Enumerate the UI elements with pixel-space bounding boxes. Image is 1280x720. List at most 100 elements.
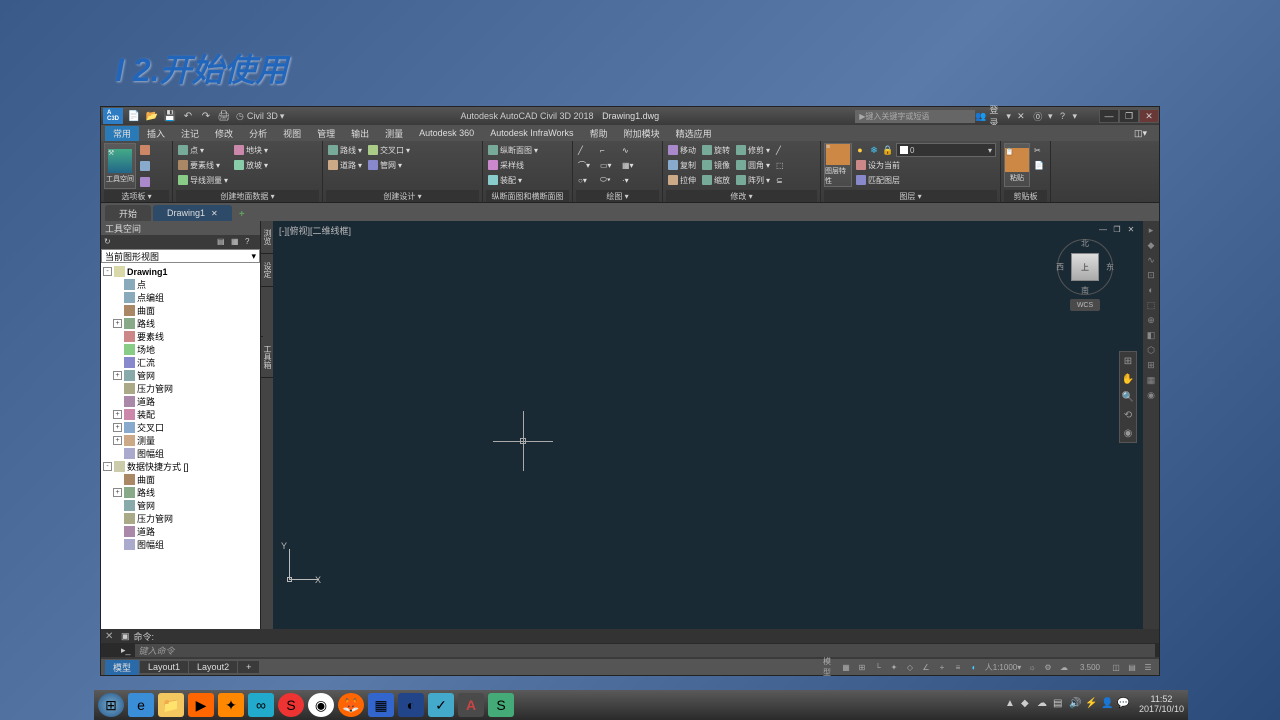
qat-undo-icon[interactable]: ↶ xyxy=(180,109,196,123)
qat-redo-icon[interactable]: ↷ xyxy=(198,109,214,123)
toolspace-button[interactable]: ⚒ 工具空间 xyxy=(104,143,136,189)
st-scale[interactable]: 人1:1000▾ xyxy=(983,661,1023,673)
stretch-btn[interactable]: 拉伸 xyxy=(666,173,698,187)
polyline-btn[interactable]: ⌐ xyxy=(598,143,618,157)
nav-wheel-icon[interactable]: ◉ xyxy=(1120,424,1136,442)
panel-modify[interactable]: 修改 ▾ xyxy=(666,190,817,202)
window-minimize[interactable]: — xyxy=(1099,109,1119,123)
tb-snagit-icon[interactable]: S xyxy=(488,693,514,717)
tb-autocad-icon[interactable]: A xyxy=(458,693,484,717)
st-polar-icon[interactable]: ✦ xyxy=(887,661,901,673)
qat-save-icon[interactable]: 💾 xyxy=(162,109,178,123)
assembly-btn[interactable]: 装配 ▾ xyxy=(486,173,540,187)
tree-node[interactable]: 汇流 xyxy=(103,356,258,369)
st-custom-icon[interactable]: ☰ xyxy=(1141,661,1155,673)
st-snap-icon[interactable]: ⊞ xyxy=(855,661,869,673)
rt-btn-3[interactable]: ∿ xyxy=(1143,253,1159,267)
exchange-icon[interactable]: ✕ xyxy=(1014,109,1028,123)
window-close[interactable]: ✕ xyxy=(1139,109,1159,123)
tb-cloud-icon[interactable]: ∞ xyxy=(248,693,274,717)
panel-layers[interactable]: 图层 ▾ xyxy=(824,190,997,202)
profile-btn[interactable]: 纵断面图 ▾ xyxy=(486,143,540,157)
fillet-btn[interactable]: 圆角▾ xyxy=(734,158,772,172)
tree-node[interactable]: 点 xyxy=(103,278,258,291)
drawing-canvas[interactable]: [-][俯视][二维线框] — ❐ ✕ 北 南 东 西 上 WCS xyxy=(273,221,1143,629)
start-tab[interactable]: 开始 xyxy=(105,205,151,221)
tree-node[interactable]: -Drawing1 xyxy=(103,265,258,278)
tb-chrome-icon[interactable]: ◉ xyxy=(308,693,334,717)
tab-autodesk360[interactable]: Autodesk 360 xyxy=(411,127,482,139)
st-clean-icon[interactable]: ▤ xyxy=(1125,661,1139,673)
rt-btn-6[interactable]: ⬚ xyxy=(1143,298,1159,312)
parcel-btn[interactable]: 地块 ▾ xyxy=(232,143,270,157)
palette-btn-2[interactable] xyxy=(138,159,158,173)
tree-node[interactable]: -数据快捷方式 [] xyxy=(103,460,258,473)
panel-draw[interactable]: 绘图 ▾ xyxy=(576,190,659,202)
hatch-btn[interactable]: ▦▾ xyxy=(620,158,640,172)
tb-app2-icon[interactable]: S xyxy=(278,693,304,717)
tree-node[interactable]: 道路 xyxy=(103,395,258,408)
rt-btn-11[interactable]: ▦ xyxy=(1143,373,1159,387)
tree-node[interactable]: +测量 xyxy=(103,434,258,447)
tree-node[interactable]: 道路 xyxy=(103,525,258,538)
rotate-btn[interactable]: 旋转 xyxy=(700,143,732,157)
st-iso-icon[interactable]: ◫ xyxy=(1109,661,1123,673)
tree-node[interactable]: 压力管网 xyxy=(103,512,258,525)
palette-btn-1[interactable] xyxy=(138,143,158,157)
layer-match[interactable]: 匹配图层 xyxy=(854,173,997,187)
vp-maximize-icon[interactable]: ❐ xyxy=(1111,224,1123,234)
tab-addins[interactable]: 附加模块 xyxy=(616,126,668,141)
tray-5[interactable]: ⚡ xyxy=(1085,698,1099,712)
tab-output[interactable]: 输出 xyxy=(343,126,377,141)
layer-bulb-icon[interactable]: ● xyxy=(854,144,866,156)
vc-east[interactable]: 东 xyxy=(1106,262,1114,273)
tab-view[interactable]: 视图 xyxy=(275,126,309,141)
tree-node[interactable]: +路线 xyxy=(103,486,258,499)
tree-node[interactable]: +路线 xyxy=(103,317,258,330)
tray-7[interactable]: 💬 xyxy=(1117,698,1131,712)
rt-btn-12[interactable]: ◉ xyxy=(1143,388,1159,402)
palette-btn-3[interactable] xyxy=(138,175,158,189)
tab-infraworks[interactable]: Autodesk InfraWorks xyxy=(482,127,581,139)
layer-set-current[interactable]: 设为当前 xyxy=(854,158,997,172)
tb-firefox-icon[interactable]: 🦊 xyxy=(338,693,364,717)
alignment-btn[interactable]: 路线 ▾ xyxy=(326,143,364,157)
nav-orbit-icon[interactable]: ⟲ xyxy=(1120,406,1136,424)
explode-icon[interactable]: ⬚ xyxy=(774,158,794,172)
st-anno-icon[interactable]: ☼ xyxy=(1025,661,1039,673)
panel-palettes[interactable]: 选项板 ▾ xyxy=(104,190,169,202)
tree-node[interactable]: 压力管网 xyxy=(103,382,258,395)
layer-props-button[interactable]: ≡ 图层特性 xyxy=(824,143,852,187)
toolspace-view-dropdown[interactable]: 当前图形视图▾ xyxy=(101,249,260,263)
st-model-icon[interactable]: 模型 xyxy=(823,661,837,673)
a360-icon[interactable]: ⓪ xyxy=(1031,109,1045,123)
layer-freeze-icon[interactable]: ❄ xyxy=(868,144,880,156)
line-btn[interactable]: ╱ xyxy=(576,143,596,157)
layout1-tab[interactable]: Layout1 xyxy=(140,661,188,673)
help-icon[interactable]: ? xyxy=(1055,109,1069,123)
cut-icon[interactable]: ✂ xyxy=(1032,143,1052,157)
vc-west[interactable]: 西 xyxy=(1056,262,1064,273)
st-osnap-icon[interactable]: ◇ xyxy=(903,661,917,673)
tray-3[interactable]: ▤ xyxy=(1053,698,1067,712)
rt-btn-10[interactable]: ⊞ xyxy=(1143,358,1159,372)
ts-help-icon[interactable]: ? xyxy=(245,237,257,247)
tree-node[interactable]: 图幅组 xyxy=(103,447,258,460)
nav-full-icon[interactable]: ⊞ xyxy=(1120,352,1136,370)
ts-refresh-icon[interactable]: ↻ xyxy=(104,237,116,247)
intersection-btn[interactable]: 交叉口 ▾ xyxy=(366,143,412,157)
rt-btn-9[interactable]: ⬡ xyxy=(1143,343,1159,357)
st-track-icon[interactable]: ∠ xyxy=(919,661,933,673)
move-btn[interactable]: 移动 xyxy=(666,143,698,157)
tree-node[interactable]: 管网 xyxy=(103,499,258,512)
tree-node[interactable]: 图幅组 xyxy=(103,538,258,551)
tab-home[interactable]: 常用 xyxy=(105,126,139,141)
rect-btn[interactable]: ▭▾ xyxy=(598,158,618,172)
st-cloud-icon[interactable]: ☁ xyxy=(1057,661,1071,673)
viewcube-top[interactable]: 上 xyxy=(1071,253,1099,281)
rt-btn-5[interactable]: ◐ xyxy=(1143,283,1159,297)
qat-plot-icon[interactable]: 🖨 xyxy=(216,109,232,123)
vp-close-icon[interactable]: ✕ xyxy=(1125,224,1137,234)
ts-options-icon[interactable]: ▦ xyxy=(231,237,243,247)
st-dyn-icon[interactable]: + xyxy=(935,661,949,673)
